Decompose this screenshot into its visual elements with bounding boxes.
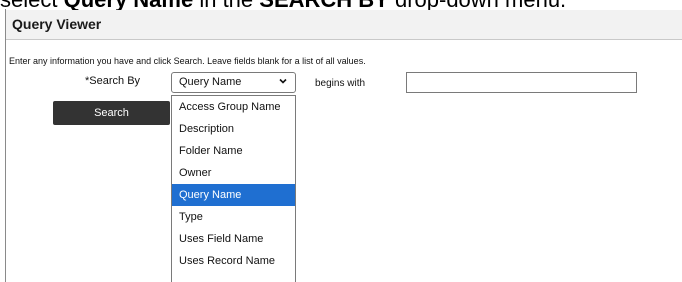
dropdown-option[interactable]: Owner xyxy=(172,162,295,184)
dropdown-option[interactable]: Access Group Name xyxy=(172,96,295,118)
search-by-dropdown-list: Access Group Name Description Folder Nam… xyxy=(171,95,296,282)
search-by-select[interactable]: Query Name xyxy=(171,72,296,93)
dropdown-option[interactable]: Description xyxy=(172,118,295,140)
operator-label: begins with xyxy=(315,78,366,89)
search-button[interactable]: Search xyxy=(53,101,170,125)
search-by-label: *Search By xyxy=(85,75,141,87)
instructions-text: Enter any information you have and click… xyxy=(9,56,366,66)
dropdown-option[interactable]: Uses Field Name xyxy=(172,228,295,250)
dropdown-option[interactable]: Uses Record Name xyxy=(172,250,295,272)
page-header: Query Viewer xyxy=(6,10,682,40)
dropdown-option-highlighted[interactable]: Query Name xyxy=(172,184,295,206)
search-by-selected-value: Query Name xyxy=(179,76,242,88)
query-viewer-panel: Query Viewer xyxy=(0,9,682,282)
page-title: Query Viewer xyxy=(12,16,102,32)
search-value-input[interactable] xyxy=(406,72,637,93)
instruction-caption: select Query Name in the SEARCH BY drop-… xyxy=(0,0,682,11)
panel-left-border xyxy=(5,9,6,282)
chevron-down-icon xyxy=(279,78,287,84)
dropdown-option[interactable]: Type xyxy=(172,206,295,228)
dropdown-option[interactable]: Folder Name xyxy=(172,140,295,162)
